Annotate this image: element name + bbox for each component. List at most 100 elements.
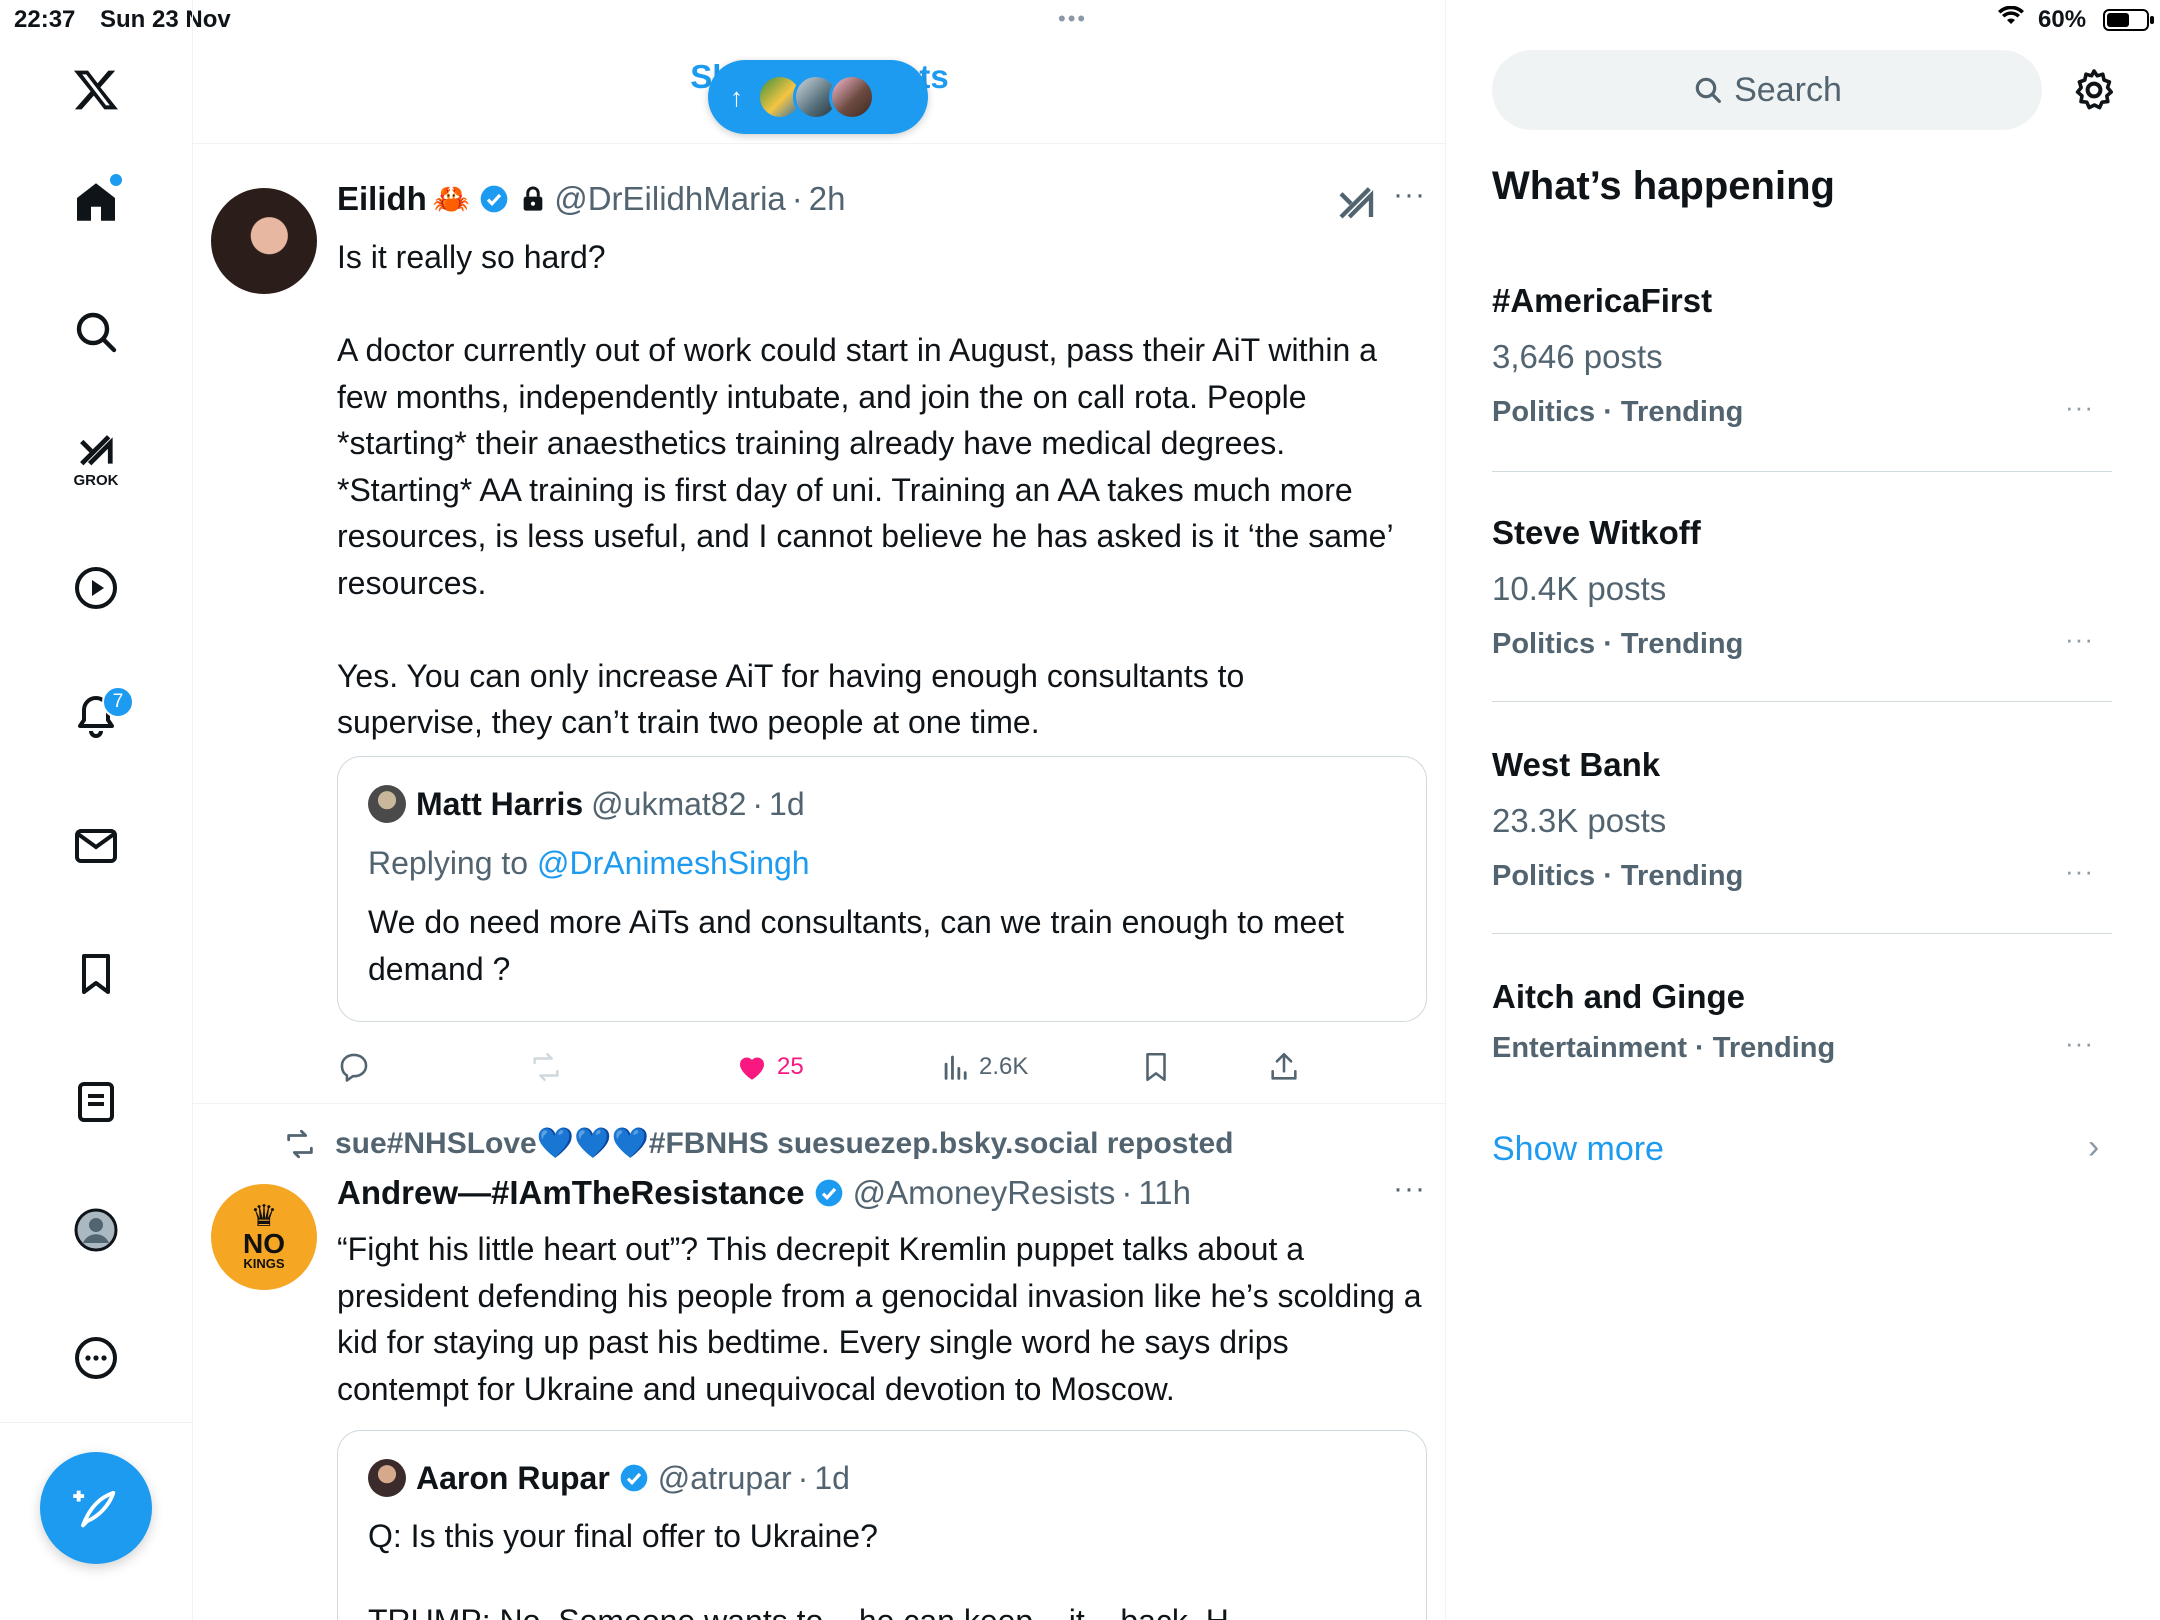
timeline-header: Show new posts ↑ [193, 40, 1445, 144]
show-more-link[interactable]: Show more [1492, 1130, 1664, 1169]
replying-prefix: Replying to [368, 845, 537, 881]
separator: · [797, 1459, 809, 1496]
new-posts-pill[interactable]: ↑ [708, 60, 928, 134]
avatar-text-kings: KINGS [243, 1256, 285, 1271]
like-button[interactable]: 25 [735, 1042, 804, 1092]
trend-more-icon[interactable]: ··· [2065, 856, 2094, 887]
nav-lists[interactable] [56, 1062, 136, 1142]
trend-category: Politics · Trending [1492, 628, 1744, 660]
grok-icon[interactable] [1336, 182, 1376, 222]
nav-home[interactable] [56, 162, 136, 242]
quote-handle: @ukmat82 [591, 785, 747, 822]
avatar-text-no: NO [243, 1228, 285, 1259]
quote-timestamp: 1d [769, 785, 805, 822]
separator: · [1121, 1174, 1133, 1211]
post[interactable]: Eilidh 🦀 @DrEilidhMaria · 2h ··· Is it r… [193, 144, 1445, 1104]
quoted-post[interactable]: Aaron Rupar @atrupar · 1d Q: Is this you… [337, 1430, 1427, 1620]
trend-item[interactable]: West Bank 23.3K posts Politics · Trendin… [1492, 734, 2112, 934]
grok-label: GROK [73, 471, 119, 489]
view-count: 2.6K [979, 1053, 1029, 1080]
nav-messages[interactable] [56, 806, 136, 886]
left-nav: GROK 7 [0, 0, 193, 1620]
post[interactable]: sue#NHSLove💙💙💙#FBNHS suesuezep.bsky.soci… [193, 1104, 1445, 1620]
nav-video[interactable] [56, 548, 136, 628]
search-input[interactable]: Search [1492, 50, 2042, 130]
reply-button[interactable] [337, 1042, 371, 1092]
bookmark-icon [82, 954, 110, 994]
post-more-icon[interactable]: ··· [1393, 178, 1426, 212]
post-header: Andrew—#IAmTheResistance @AmoneyResists … [337, 1174, 1191, 1212]
timeline: Show new posts ↑ Eilidh 🦀 @DrEilidhMaria… [193, 0, 1446, 1620]
trend-item[interactable]: Steve Witkoff 10.4K posts Politics · Tre… [1492, 502, 2112, 702]
quoted-post[interactable]: Matt Harris @ukmat82 · 1d Replying to @D… [337, 756, 1427, 1022]
replying-to: Replying to @DrAnimeshSingh [368, 845, 810, 882]
verified-badge-icon [480, 185, 508, 213]
nav-grok[interactable]: GROK [56, 420, 136, 500]
trend-more-icon[interactable]: ··· [2065, 624, 2094, 655]
more-icon [75, 1337, 117, 1379]
post-header: Eilidh 🦀 @DrEilidhMaria · 2h [337, 180, 845, 218]
trend-more-icon[interactable]: ··· [2065, 1028, 2094, 1059]
trend-category: Entertainment · Trending [1492, 1032, 1836, 1064]
share-button[interactable] [1267, 1042, 1301, 1092]
display-name[interactable]: Eilidh [337, 180, 427, 218]
trend-name: #AmericaFirst [1492, 282, 1713, 319]
right-sidebar: Search What’s happening #AmericaFirst 3,… [1446, 0, 2160, 1620]
trend-item[interactable]: #AmericaFirst 3,646 posts Politics · Tre… [1492, 270, 2112, 472]
trend-post-count: 10.4K posts [1492, 570, 1667, 607]
mention-link[interactable]: @DrAnimeshSingh [537, 845, 810, 881]
trend-name: West Bank [1492, 746, 1661, 783]
post-more-icon[interactable]: ··· [1393, 1172, 1426, 1206]
trend-category: Politics · Trending [1492, 860, 1744, 892]
avatar [368, 1459, 406, 1497]
nav-bookmarks[interactable] [56, 934, 136, 1014]
nav-divider [0, 1422, 193, 1423]
trend-name: Aitch and Ginge [1492, 978, 1746, 1015]
repost-icon [533, 1052, 559, 1082]
trend-more-icon[interactable]: ··· [2065, 392, 2094, 423]
avatar[interactable]: ♛ NO KINGS [211, 1184, 317, 1290]
search-placeholder: Search [1734, 70, 1842, 109]
views-button[interactable]: 2.6K [939, 1042, 1028, 1092]
quote-text-continued: TRUMP: No. Someone wants to... he can ke… [368, 1603, 1368, 1620]
handle[interactable]: @DrEilidhMaria [554, 180, 786, 218]
trend-item[interactable]: Aitch and Ginge Entertainment · Trending… [1492, 966, 2112, 1096]
video-icon [75, 567, 117, 609]
mail-icon [75, 829, 117, 863]
chevron-right-icon: › [2088, 1128, 2100, 1166]
nav-more[interactable] [56, 1318, 136, 1398]
post-actions: 25 2.6K [337, 1042, 1337, 1092]
bookmark-icon [1146, 1052, 1166, 1082]
avatar[interactable] [211, 188, 317, 294]
timestamp[interactable]: 11h [1138, 1174, 1191, 1212]
compose-feather-icon [73, 1490, 116, 1528]
quote-header: Matt Harris @ukmat82 · 1d [368, 785, 805, 823]
display-name[interactable]: Andrew—#IAmTheResistance [337, 1174, 805, 1212]
compose-button[interactable] [40, 1452, 152, 1564]
lock-icon [523, 186, 543, 211]
handle[interactable]: @AmoneyResists [853, 1174, 1116, 1212]
quote-text: We do need more AiTs and consultants, ca… [368, 904, 1344, 987]
home-unread-dot [110, 174, 122, 186]
x-logo-icon[interactable] [56, 50, 136, 130]
separator: · [791, 180, 803, 217]
repost-by[interactable]: sue#NHSLove💙💙💙#FBNHS suesuezep.bsky.soci… [335, 1126, 1233, 1161]
share-icon [1271, 1052, 1297, 1080]
quote-timestamp: 1d [814, 1459, 850, 1496]
notifications-badge: 7 [102, 686, 134, 718]
repost-button[interactable] [529, 1042, 563, 1092]
bookmark-button[interactable] [1139, 1042, 1173, 1092]
nav-profile[interactable] [56, 1190, 136, 1270]
trend-name: Steve Witkoff [1492, 514, 1701, 551]
gear-icon[interactable] [2070, 66, 2118, 114]
nav-notifications[interactable]: 7 [56, 676, 136, 756]
avatar [368, 785, 406, 823]
quote-text: Q: Is this your final offer to Ukraine? [368, 1518, 878, 1554]
heart-icon [739, 1057, 765, 1080]
search-icon [1695, 77, 1722, 103]
list-icon [78, 1082, 114, 1122]
timestamp[interactable]: 2h [809, 180, 846, 218]
quote-display-name: Matt Harris [416, 785, 584, 822]
nav-search[interactable] [56, 292, 136, 372]
crown-icon: ♛ [250, 1200, 278, 1233]
